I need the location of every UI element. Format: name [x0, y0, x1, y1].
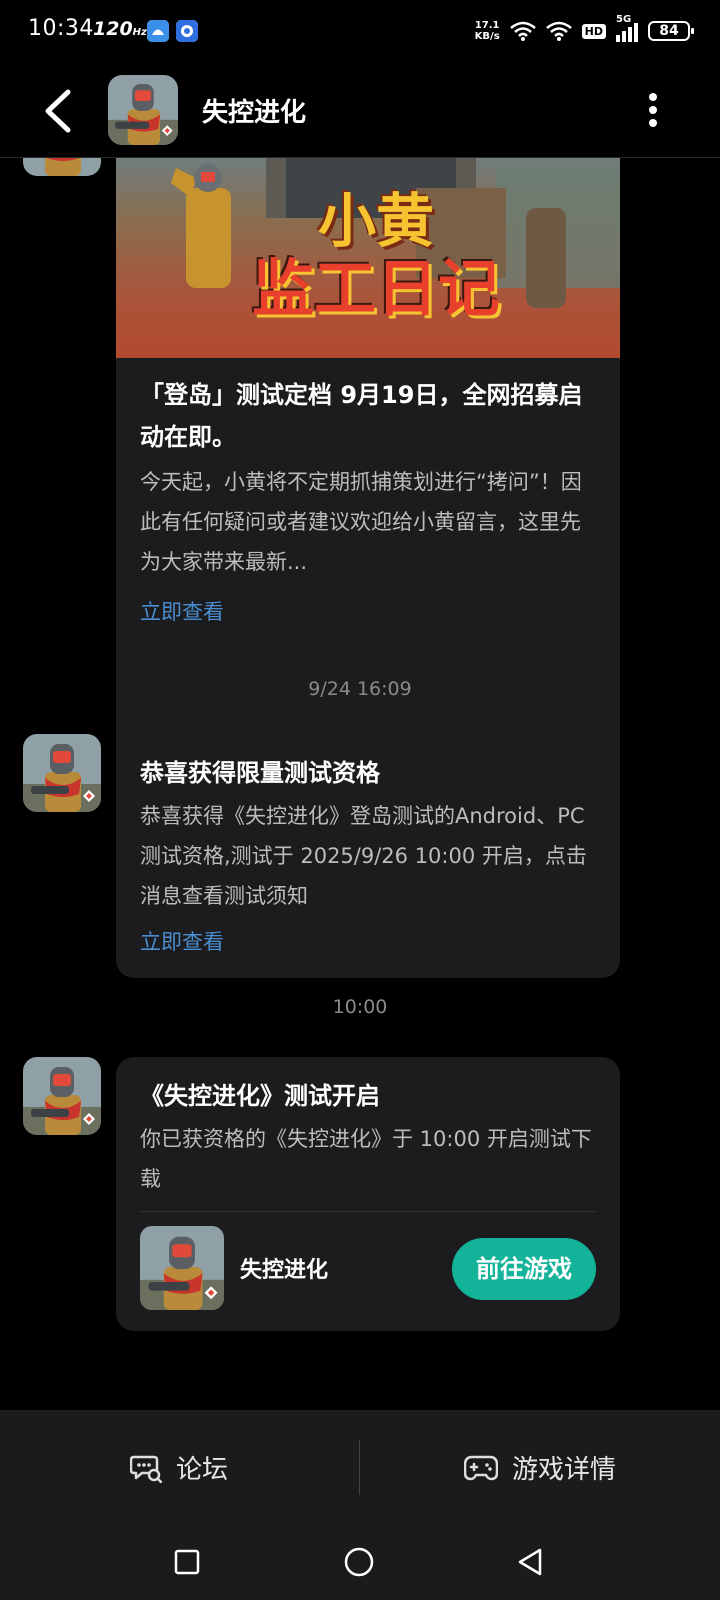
game-name: 失控进化	[240, 1258, 329, 1283]
wifi-icon	[509, 21, 536, 41]
message-timestamp: 10:00	[332, 996, 388, 1018]
status-right-group: 17.1 KB/s HD 5G 84	[474, 14, 694, 44]
message-card-test-open[interactable]: 《失控进化》测试开启 你已获资格的《失控进化》于 10:00 开启测试下载 失控…	[116, 1057, 620, 1331]
game-avatar[interactable]	[108, 75, 178, 145]
view-now-link[interactable]: 立即查看	[140, 596, 596, 626]
page-title: 失控进化	[202, 98, 307, 128]
notification-app-icon	[147, 20, 169, 42]
message-body: 恭喜获得《失控进化》登岛测试的Android、PC测试资格,测试于 2025/9…	[140, 804, 587, 908]
tab-divider	[359, 1440, 360, 1495]
more-options-icon[interactable]	[648, 92, 658, 128]
gamepad-icon	[464, 1455, 498, 1480]
tab-forum[interactable]: 论坛	[130, 1410, 228, 1525]
tab-game-details[interactable]: 游戏详情	[464, 1410, 616, 1525]
game-entry-row[interactable]: 失控进化 前往游戏	[116, 1212, 620, 1328]
message-body: 你已获资格的《失控进化》于 10:00 开启测试下载	[140, 1127, 592, 1191]
recent-apps-icon[interactable]	[174, 1549, 200, 1575]
go-to-game-button[interactable]: 前往游戏	[452, 1238, 596, 1300]
sender-avatar[interactable]	[23, 1057, 101, 1135]
refresh-rate: 120Hz	[93, 18, 147, 40]
bottom-tab-bar: 论坛 游戏详情	[0, 1410, 720, 1525]
hd-badge: HD	[581, 23, 606, 39]
sender-avatar[interactable]	[23, 158, 101, 176]
view-now-link[interactable]: 立即查看	[140, 926, 596, 956]
system-navigation-bar	[0, 1525, 720, 1600]
battery-indicator: 84	[648, 21, 694, 41]
notification-app-icon-2	[176, 20, 198, 42]
message-list[interactable]: 小黄 监工日记 「登岛」测试定档 9月19日，全网招募启动在即。 今天起，小黄将…	[0, 158, 720, 1410]
status-time: 10:34	[28, 16, 94, 41]
status-bar: 10:34 120Hz 17.1 KB/s HD 5G 84	[0, 0, 720, 62]
tab-label: 论坛	[176, 1455, 229, 1485]
back-arrow-icon[interactable]	[40, 88, 80, 134]
signal-icon: 5G	[616, 14, 638, 42]
header-bar: 失控进化	[0, 62, 720, 158]
banner-title: 小黄 监工日记	[251, 187, 500, 325]
message-body: 今天起，小黄将不定期抓捕策划进行“拷问”！因此有任何疑问或者建议欢迎给小黄留言，…	[140, 470, 582, 574]
news-banner-image[interactable]: 小黄 监工日记	[116, 158, 620, 358]
back-triangle-icon[interactable]	[516, 1547, 544, 1577]
message-card-news[interactable]: 小黄 监工日记 「登岛」测试定档 9月19日，全网招募启动在即。 今天起，小黄将…	[116, 158, 620, 813]
home-icon[interactable]	[344, 1547, 374, 1577]
message-card-qualification[interactable]: 恭喜获得限量测试资格 恭喜获得《失控进化》登岛测试的Android、PC测试资格…	[116, 734, 620, 978]
sender-avatar[interactable]	[23, 734, 101, 812]
game-icon[interactable]	[140, 1226, 224, 1310]
message-title: 「登岛」测试定档 9月19日，全网招募启动在即。	[140, 381, 583, 451]
network-speed: 17.1 KB/s	[474, 20, 500, 42]
wifi-icon-2	[545, 21, 572, 41]
message-timestamp: 9/24 16:09	[308, 678, 412, 700]
forum-chat-icon	[130, 1455, 162, 1483]
tab-label: 游戏详情	[512, 1455, 617, 1485]
message-title: 恭喜获得限量测试资格	[140, 759, 380, 787]
message-title: 《失控进化》测试开启	[140, 1082, 380, 1110]
